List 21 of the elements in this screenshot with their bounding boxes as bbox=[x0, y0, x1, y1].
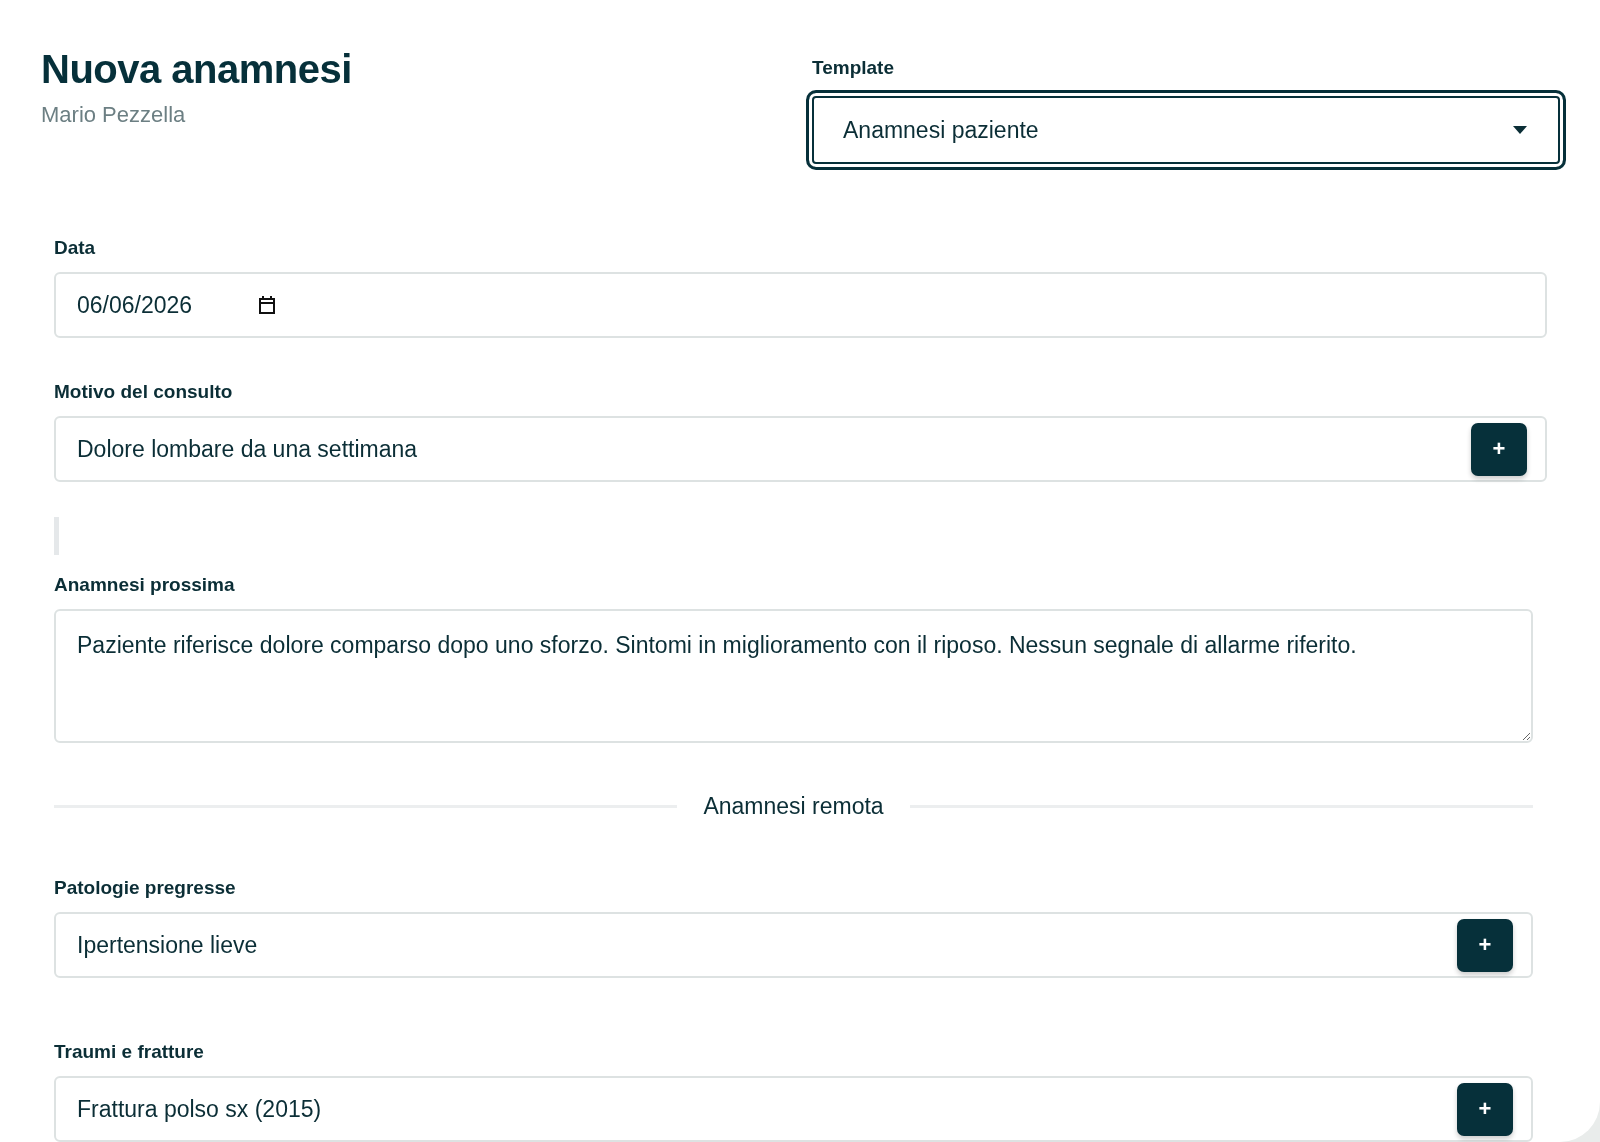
field-label: Motivo del consulto bbox=[54, 380, 234, 404]
input-field[interactable]: Dolore lombare da una settimana + bbox=[54, 416, 1547, 482]
text-area[interactable]: Paziente riferisce dolore comparso dopo uno sforzo. Sintomi in miglioramento con il riposo. Nessun segnale di allarme riferito. bbox=[54, 609, 1533, 743]
section-divider-title: Anamnesi remota bbox=[703, 793, 884, 820]
add-button[interactable]: + bbox=[1457, 1082, 1513, 1136]
patient-name: Mario Pezzella bbox=[41, 102, 187, 128]
vertical-bar bbox=[54, 517, 59, 555]
input-field[interactable]: Ipertensione lieve + bbox=[54, 912, 1533, 978]
input-field[interactable]: Frattura polso sx (2015) + bbox=[54, 1076, 1533, 1142]
add-button[interactable]: + bbox=[1457, 918, 1513, 972]
add-button[interactable]: + bbox=[1471, 422, 1527, 476]
template-select[interactable]: Anamnesi paziente bbox=[806, 90, 1566, 170]
date-field[interactable]: 06/06/2026 bbox=[54, 272, 1547, 338]
caret-icon bbox=[1513, 126, 1527, 134]
field-label: Template bbox=[812, 56, 895, 80]
field-label: Anamnesi prossima bbox=[54, 573, 236, 597]
page-title: Nuova anamnesi bbox=[41, 46, 353, 92]
field-label: Patologie pregresse bbox=[54, 876, 237, 900]
field-label: Data bbox=[54, 236, 97, 260]
calendar-icon[interactable] bbox=[257, 295, 277, 315]
field-label: Traumi e fratture bbox=[54, 1040, 205, 1064]
